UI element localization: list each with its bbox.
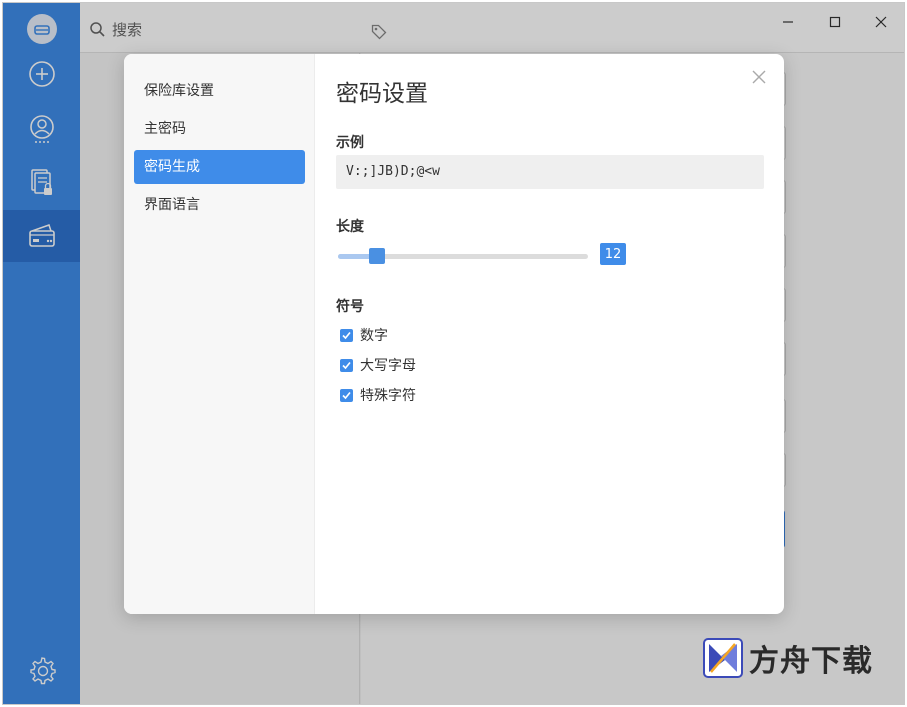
length-slider[interactable] — [338, 248, 588, 264]
watermark: 方舟下载 — [703, 636, 873, 680]
nav-item-master-password[interactable]: 主密码 — [134, 112, 305, 146]
option-uppercase[interactable]: 大写字母 — [340, 355, 416, 375]
nav-item-interface-language[interactable]: 界面语言 — [134, 188, 305, 222]
watermark-logo-icon — [703, 638, 743, 678]
checkbox-checked-icon[interactable] — [340, 328, 353, 342]
length-label: 长度 — [336, 219, 364, 235]
watermark-text: 方舟下载 — [749, 644, 873, 679]
settings-dialog: 保险库设置 主密码 密码生成 界面语言 密码设置 示例 V:;]JB)D;@<w… — [124, 54, 784, 614]
length-slider-handle[interactable] — [369, 248, 386, 264]
checkbox-checked-icon[interactable] — [340, 358, 353, 372]
nav-item-vault-settings[interactable]: 保险库设置 — [134, 74, 305, 108]
option-label: 特殊字符 — [360, 388, 416, 404]
option-special-chars[interactable]: 特殊字符 — [340, 385, 416, 405]
option-label: 大写字母 — [360, 358, 416, 374]
option-label: 数字 — [360, 328, 388, 344]
example-password: V:;]JB)D;@<w — [336, 155, 764, 189]
example-label: 示例 — [336, 135, 364, 151]
checkbox-checked-icon[interactable] — [340, 388, 353, 402]
settings-nav: 保险库设置 主密码 密码生成 界面语言 — [124, 54, 315, 614]
dialog-body: 密码设置 示例 V:;]JB)D;@<w 长度 12 符号 数字 大写字母 特殊… — [336, 54, 766, 614]
option-digits[interactable]: 数字 — [340, 325, 388, 345]
nav-item-password-generator[interactable]: 密码生成 — [134, 150, 305, 184]
length-value-badge: 12 — [600, 243, 626, 265]
dialog-title: 密码设置 — [336, 81, 428, 107]
app-window: 保存 保险库设置 主密码 密码生成 界面语言 密码设置 示例 V:;]JB)D;… — [2, 2, 905, 705]
symbols-label: 符号 — [336, 299, 364, 315]
